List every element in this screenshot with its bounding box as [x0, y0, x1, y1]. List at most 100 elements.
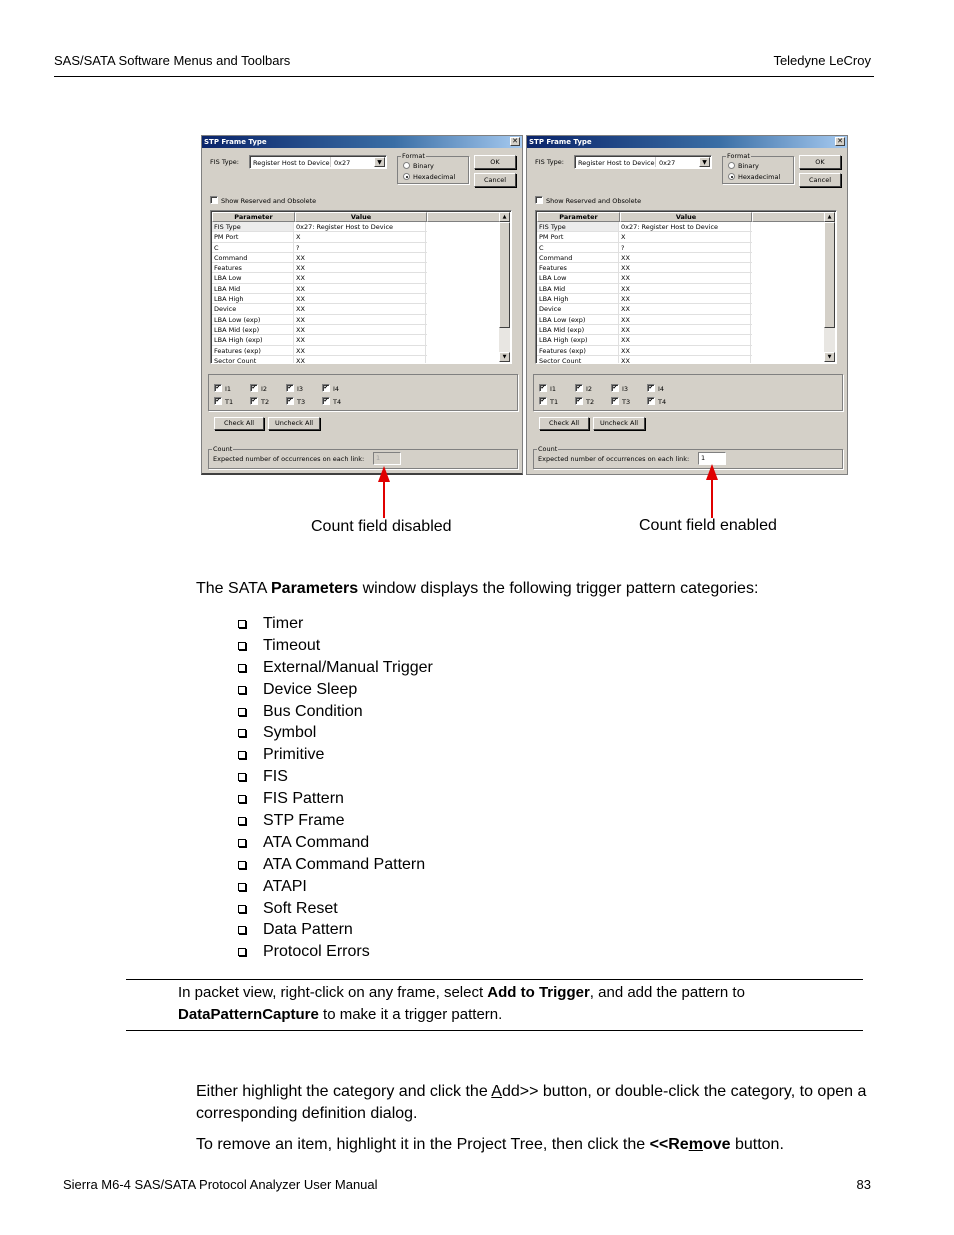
parameter-cell[interactable]: Features	[537, 263, 619, 273]
value-cell[interactable]: XX	[619, 252, 751, 263]
grid-row[interactable]: C?	[212, 242, 427, 253]
parameter-cell[interactable]: PM Port	[212, 232, 294, 242]
grid-row[interactable]: C?	[537, 242, 752, 253]
radio-hexadecimal[interactable]	[403, 173, 410, 180]
close-icon[interactable]: ✕	[510, 137, 520, 146]
value-cell[interactable]: XX	[294, 355, 426, 363]
check-all-button[interactable]: Check All	[214, 417, 264, 430]
link-checkbox-t4[interactable]: ✔	[322, 397, 330, 405]
link-checkbox-t2[interactable]: ✔	[575, 397, 583, 405]
scroll-down-icon[interactable]: ▼	[824, 352, 835, 362]
value-cell[interactable]: XX	[294, 283, 426, 294]
link-checkbox-t1[interactable]: ✔	[539, 397, 547, 405]
link-checkbox-i2[interactable]: ✔	[575, 384, 583, 392]
value-cell[interactable]: XX	[294, 273, 426, 283]
link-checkbox-i3[interactable]: ✔	[611, 384, 619, 392]
link-checkbox-t3[interactable]: ✔	[286, 397, 294, 405]
vertical-scrollbar[interactable]: ▲ ▼	[824, 212, 835, 362]
parameter-cell[interactable]: LBA High	[537, 294, 619, 304]
value-cell[interactable]: XX	[619, 335, 751, 345]
check-all-button[interactable]: Check All	[539, 417, 589, 430]
grid-row[interactable]: FIS Type 0x27: Register Host to Device	[537, 222, 752, 233]
parameter-cell[interactable]: Command	[212, 252, 294, 263]
parameter-cell[interactable]: Device	[537, 304, 619, 314]
parameter-cell[interactable]: LBA Low	[212, 273, 294, 283]
value-cell[interactable]: XX	[619, 345, 751, 355]
value-cell[interactable]: XX	[294, 314, 426, 324]
grid-row[interactable]: LBA High XX	[537, 294, 752, 305]
fis-type-select[interactable]: Register Host to Device 0x27 ▼	[249, 155, 387, 169]
value-cell[interactable]: XX	[619, 324, 751, 335]
show-reserved-checkbox[interactable]	[210, 196, 218, 204]
grid-row[interactable]: LBA Low (exp) XX	[212, 314, 427, 325]
ok-button[interactable]: OK	[474, 155, 516, 169]
parameter-cell[interactable]: LBA High	[212, 294, 294, 304]
grid-row[interactable]: LBA Mid XX	[212, 283, 427, 295]
link-checkbox-i1[interactable]: ✔	[539, 384, 547, 392]
grid-row[interactable]: LBA Low XX	[212, 273, 427, 284]
parameter-cell[interactable]: LBA Mid (exp)	[212, 324, 294, 335]
grid-row[interactable]: LBA High (exp) XX	[212, 335, 427, 346]
scroll-up-icon[interactable]: ▲	[499, 212, 510, 222]
grid-row[interactable]: LBA High XX	[212, 294, 427, 305]
parameter-cell[interactable]: LBA Mid	[212, 283, 294, 294]
scroll-down-icon[interactable]: ▼	[499, 352, 510, 362]
link-checkbox-i4[interactable]: ✔	[647, 384, 655, 392]
uncheck-all-button[interactable]: Uncheck All	[268, 417, 320, 430]
link-checkbox-t4[interactable]: ✔	[647, 397, 655, 405]
column-header-parameter[interactable]: Parameter	[537, 212, 620, 222]
column-header-value[interactable]: Value	[295, 212, 427, 222]
fis-type-select[interactable]: Register Host to Device 0x27 ▼	[574, 155, 712, 169]
show-reserved-checkbox[interactable]	[535, 196, 543, 204]
grid-row[interactable]: LBA Mid (exp) XX	[212, 324, 427, 336]
value-cell[interactable]: XX	[619, 283, 751, 294]
parameter-cell[interactable]: FIS Type	[212, 222, 294, 232]
parameter-cell[interactable]: LBA Mid	[537, 283, 619, 294]
grid-row[interactable]: Command XX	[537, 252, 752, 264]
vertical-scrollbar[interactable]: ▲ ▼	[499, 212, 510, 362]
value-cell[interactable]: XX	[619, 273, 751, 283]
parameter-grid[interactable]: Parameter Value FIS Type 0x27: Register H…	[210, 210, 512, 364]
value-cell[interactable]: XX	[619, 304, 751, 314]
parameter-cell[interactable]: Sector Count	[537, 355, 619, 363]
value-cell[interactable]: XX	[294, 345, 426, 355]
parameter-cell[interactable]: C	[212, 242, 294, 252]
parameter-cell[interactable]: Features (exp)	[212, 345, 294, 355]
grid-row[interactable]: Features XX	[537, 263, 752, 274]
cancel-button[interactable]: Cancel	[474, 173, 516, 187]
grid-row[interactable]: Sector Count XX	[537, 355, 752, 363]
link-checkbox-i3[interactable]: ✔	[286, 384, 294, 392]
grid-row[interactable]: LBA Mid (exp) XX	[537, 324, 752, 336]
value-cell[interactable]: ?	[294, 242, 426, 252]
parameter-cell[interactable]: C	[537, 242, 619, 252]
grid-row[interactable]: LBA High (exp) XX	[537, 335, 752, 346]
grid-row[interactable]: Device XX	[537, 304, 752, 315]
column-header-value[interactable]: Value	[620, 212, 752, 222]
parameter-cell[interactable]: LBA Low (exp)	[212, 314, 294, 324]
link-checkbox-i2[interactable]: ✔	[250, 384, 258, 392]
parameter-cell[interactable]: LBA High (exp)	[212, 335, 294, 345]
value-cell[interactable]: X	[619, 232, 751, 242]
value-cell[interactable]: XX	[294, 304, 426, 314]
ok-button[interactable]: OK	[799, 155, 841, 169]
parameter-cell[interactable]: Command	[537, 252, 619, 263]
parameter-cell[interactable]: LBA Low	[537, 273, 619, 283]
parameter-cell[interactable]: Features (exp)	[537, 345, 619, 355]
value-cell[interactable]: XX	[294, 324, 426, 335]
value-cell[interactable]: XX	[619, 263, 751, 273]
scroll-up-icon[interactable]: ▲	[824, 212, 835, 222]
close-icon[interactable]: ✕	[835, 137, 845, 146]
parameter-cell[interactable]: LBA Low (exp)	[537, 314, 619, 324]
grid-row[interactable]: Features (exp) XX	[537, 345, 752, 356]
value-cell[interactable]: XX	[619, 355, 751, 363]
value-cell[interactable]: 0x27: Register Host to Device	[294, 222, 426, 232]
dialog-titlebar[interactable]: STP Frame Type ✕	[202, 136, 522, 148]
column-header-parameter[interactable]: Parameter	[212, 212, 295, 222]
link-checkbox-i1[interactable]: ✔	[214, 384, 222, 392]
grid-row[interactable]: Command XX	[212, 252, 427, 264]
chevron-down-icon[interactable]: ▼	[699, 157, 710, 167]
value-cell[interactable]: XX	[294, 252, 426, 263]
radio-binary[interactable]	[728, 162, 735, 169]
parameter-cell[interactable]: PM Port	[537, 232, 619, 242]
value-cell[interactable]: XX	[294, 263, 426, 273]
